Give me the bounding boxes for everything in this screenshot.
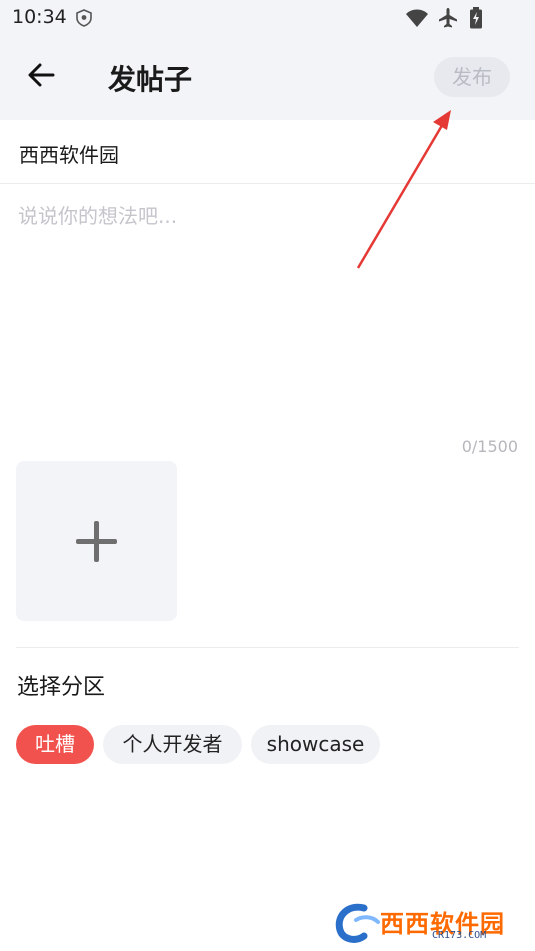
wifi-icon <box>406 9 428 27</box>
airplane-icon <box>439 8 457 28</box>
shield-icon <box>76 9 92 27</box>
logo-swoosh-icon <box>335 903 380 943</box>
post-content-input[interactable] <box>16 196 520 424</box>
watermark-logo: 西西软件园 CR173.COM <box>334 902 518 944</box>
category-tag-showcase[interactable]: showcase <box>251 725 380 764</box>
plus-icon <box>76 521 117 562</box>
add-image-button[interactable] <box>16 461 177 621</box>
category-tag-tucao[interactable]: 吐槽 <box>16 725 94 764</box>
watermark-subtext: CR173.COM <box>432 930 487 941</box>
forum-name: 西西软件园 <box>19 143 119 167</box>
back-arrow-icon[interactable] <box>26 60 56 90</box>
status-icons <box>405 7 495 29</box>
battery-charging-icon <box>470 7 482 29</box>
app-header: 发帖子 发布 <box>0 36 535 120</box>
char-counter: 0/1500 <box>461 437 518 456</box>
status-bar: 10:34 <box>0 0 535 36</box>
divider <box>16 647 519 648</box>
category-section-title: 选择分区 <box>17 675 106 700</box>
page-title: 发帖子 <box>108 63 193 96</box>
status-time: 10:34 <box>12 6 67 28</box>
publish-button[interactable]: 发布 <box>434 57 510 97</box>
category-tag-indie-dev[interactable]: 个人开发者 <box>103 725 242 764</box>
divider <box>0 183 535 184</box>
